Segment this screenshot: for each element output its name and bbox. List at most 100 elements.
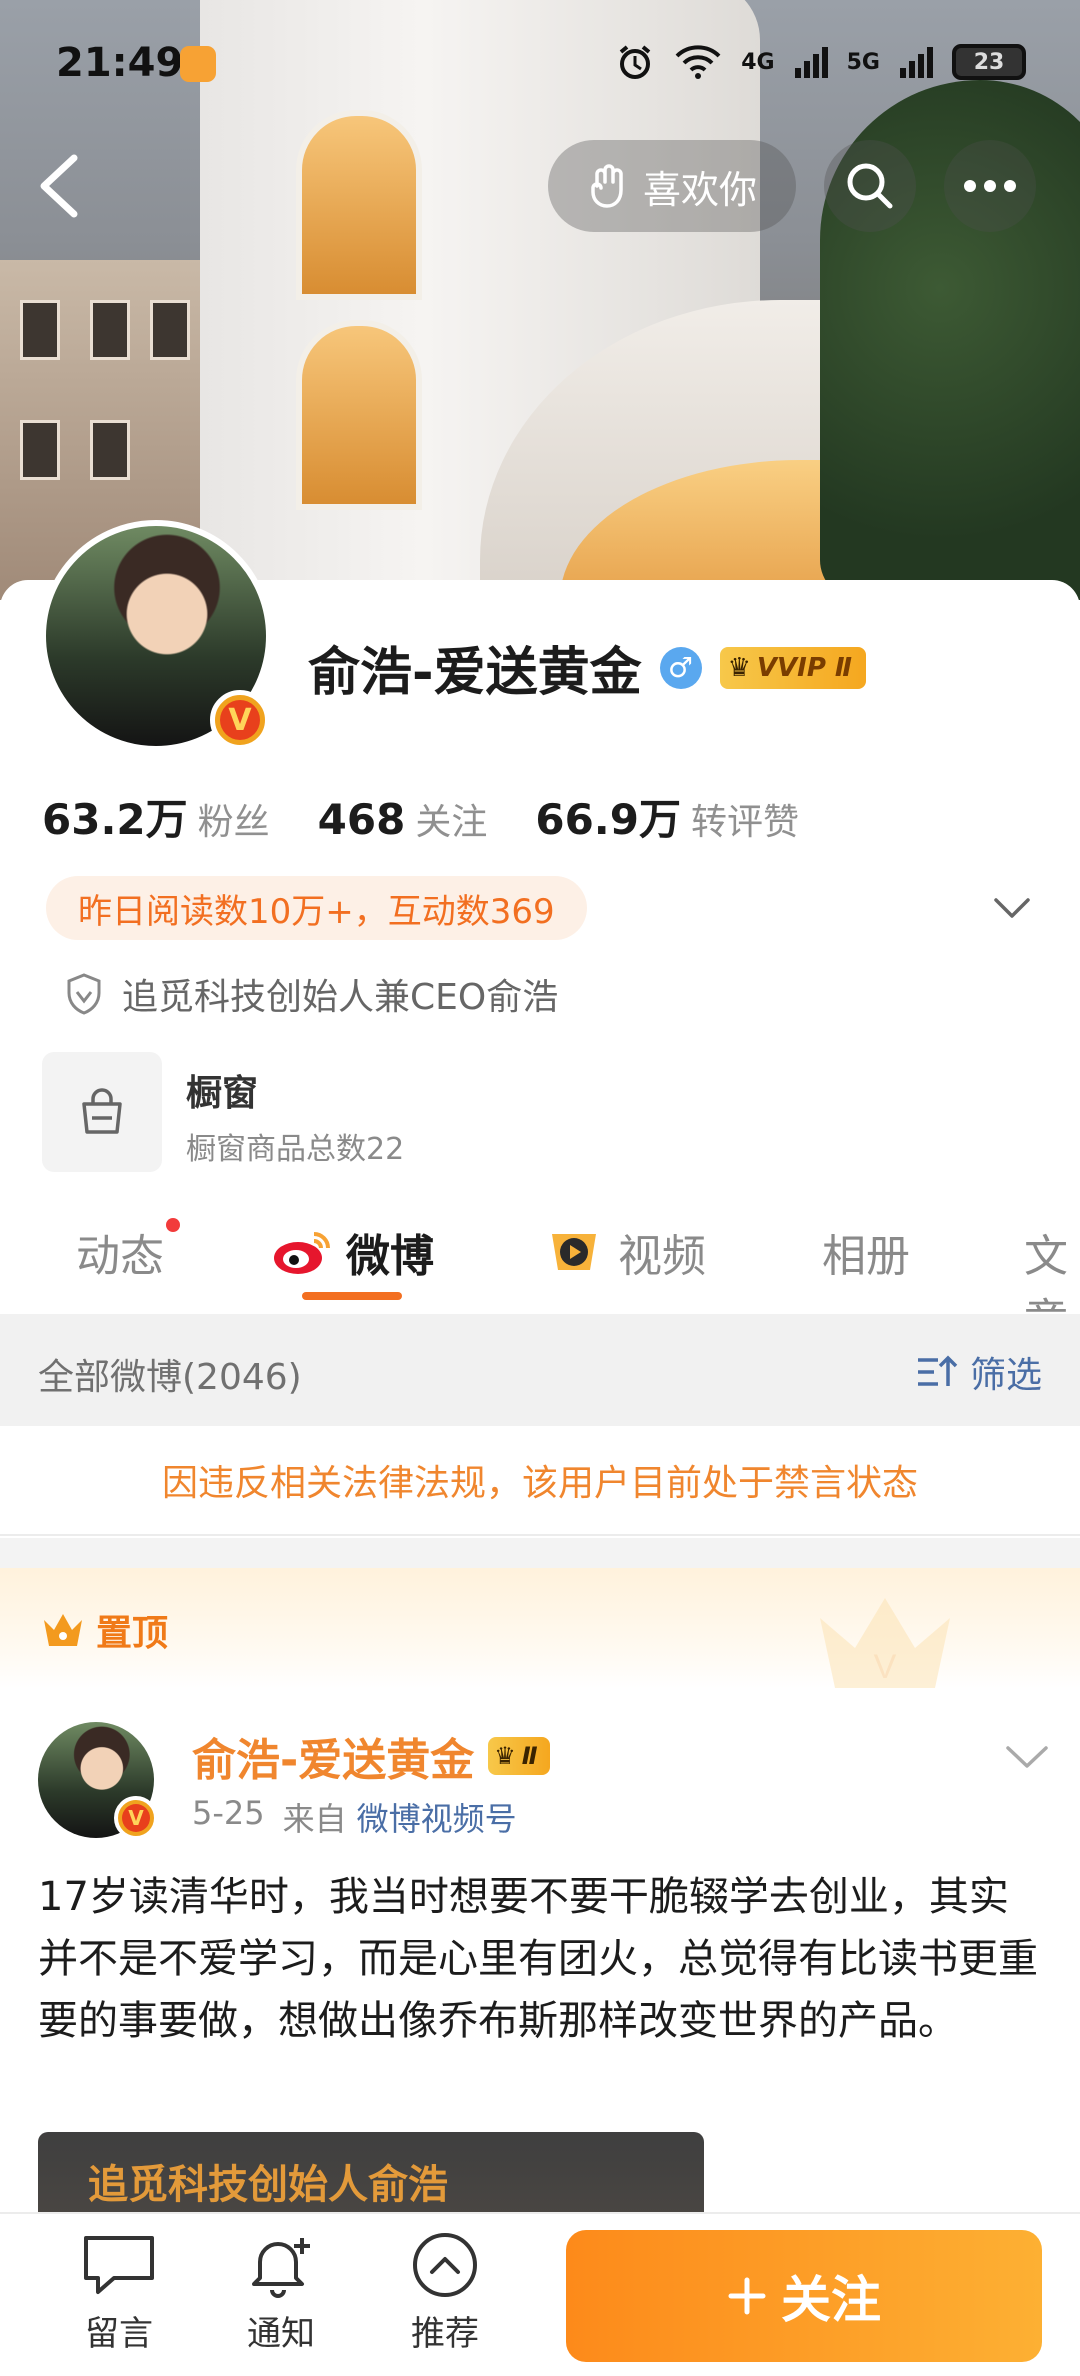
notification-app-icon: [180, 46, 216, 82]
post-meta: 5-25 来自 微博视频号: [192, 1794, 517, 1840]
video-play-icon: [552, 1234, 596, 1270]
back-button[interactable]: [30, 148, 90, 224]
banner-window: [296, 110, 422, 300]
hand-icon: [591, 164, 623, 208]
pinned-label: 置顶: [96, 1613, 169, 1654]
stat-label: 转评赞: [690, 802, 799, 843]
verification-row: 追觅科技创始人兼CEO俞浩: [64, 968, 558, 1020]
stat-following[interactable]: 468 关注: [318, 793, 488, 845]
stat-label: 粉丝: [197, 802, 270, 843]
tab-album[interactable]: 相册: [822, 1220, 910, 1284]
tab-label: 动态: [76, 1231, 164, 1282]
stat-followers[interactable]: 63.2万 粉丝: [42, 786, 270, 847]
filter-label: 筛选: [969, 1355, 1042, 1396]
male-icon: ♂: [659, 646, 702, 689]
search-icon: [847, 163, 893, 209]
pinned-header: 置顶 V: [0, 1568, 1080, 1688]
shield-icon: [67, 973, 101, 1015]
feed-filter-bar: 全部微博(2046) 筛选: [0, 1314, 1080, 1426]
chevron-left-icon: [40, 154, 78, 218]
alarm-icon: [619, 45, 651, 79]
section-divider: [0, 1538, 1080, 1568]
like-you-label: 喜欢你: [642, 167, 757, 212]
profile-stats: 63.2万 粉丝 468 关注 66.9万 转评赞: [42, 786, 799, 847]
plus-icon: [728, 2277, 766, 2315]
chevron-down-icon: [994, 898, 1030, 918]
crown-icon: ♛: [727, 652, 751, 683]
profile-tabs: 动态 微博 视频 相册 文章: [0, 1200, 1080, 1346]
video-caption: 追觅科技创始人俞浩: [88, 2162, 448, 2208]
crown-icon: ♛: [494, 1742, 516, 1770]
crown-icon: [44, 1614, 82, 1646]
tab-active-indicator: [302, 1292, 402, 1300]
stat-interactions[interactable]: 66.9万 转评赞: [535, 786, 799, 847]
battery-level: 23: [973, 49, 1005, 75]
tab-dynamics[interactable]: 动态: [76, 1220, 164, 1284]
recommend-button[interactable]: 推荐: [390, 2232, 500, 2355]
status-time: 21:49: [56, 40, 184, 86]
tab-label: 相册: [822, 1231, 910, 1282]
verified-v-icon: V: [122, 1804, 150, 1832]
network-5g-label: 5G: [846, 49, 880, 75]
svg-text:V: V: [874, 1648, 897, 1686]
crown-watermark-icon: V: [820, 1598, 950, 1688]
profile-name: 俞浩-爱送黄金: [308, 643, 642, 703]
verification-text: 追觅科技创始人兼CEO俞浩: [122, 977, 559, 1018]
banner-window: [296, 320, 422, 510]
network-4g-label: 4G: [741, 49, 775, 75]
search-button[interactable]: [824, 140, 916, 232]
message-button[interactable]: 留言: [64, 2232, 174, 2355]
recommend-label: 推荐: [411, 2314, 479, 2354]
like-you-button[interactable]: 喜欢你: [548, 140, 796, 232]
chevron-up-circle-icon: [413, 2233, 477, 2297]
notify-button[interactable]: 通知: [226, 2232, 336, 2355]
verified-badge: V: [210, 690, 270, 750]
all-posts-count[interactable]: 全部微博(2046): [38, 1348, 302, 1400]
tab-label: 微博: [346, 1231, 434, 1282]
bell-plus-icon: [252, 2238, 310, 2298]
chevron-down-icon: [1006, 1746, 1048, 1768]
pinned-label-row: 置顶: [40, 1604, 168, 1656]
profile-name-row: 俞浩-爱送黄金 ♂ ♛ VVIP Ⅱ: [308, 630, 867, 705]
weibo-logo-icon: [274, 1232, 330, 1274]
post-options-button[interactable]: [1004, 1736, 1050, 1776]
post-text: 17岁读清华时，我当时想要不要干脆辍学去创业，其实并不是不爱学习，而是心里有团火…: [38, 1874, 1038, 2044]
more-button[interactable]: [944, 140, 1036, 232]
signal-icon: [794, 47, 828, 78]
shop-window-title[interactable]: 橱窗: [186, 1064, 258, 1116]
signal-icon: [900, 47, 933, 78]
shop-window-subtitle: 橱窗商品总数22: [186, 1132, 405, 1167]
post-author-name[interactable]: 俞浩-爱送黄金: [192, 1724, 474, 1788]
stat-label: 关注: [415, 802, 488, 843]
expand-button[interactable]: [992, 888, 1032, 928]
notify-label: 通知: [247, 2314, 315, 2354]
shopping-bag-icon: [82, 1088, 122, 1134]
more-dots-icon: [964, 180, 1016, 192]
verified-badge: V: [114, 1796, 158, 1840]
filter-button[interactable]: 筛选: [916, 1346, 1042, 1398]
bottom-action-bar: 留言 通知 推荐 关注: [0, 2212, 1080, 2376]
battery-icon: 23: [952, 44, 1026, 80]
verified-v-icon: V: [220, 700, 260, 740]
post-author-row: 俞浩-爱送黄金 ♛ Ⅱ: [192, 1724, 550, 1788]
status-icons: 4G 5G 23: [615, 42, 1026, 82]
new-dot-badge: [166, 1218, 180, 1232]
tab-weibo[interactable]: 微博: [270, 1220, 434, 1284]
status-bar: 21:49 4G 5G 23: [0, 0, 1080, 128]
ban-notice: 因违反相关法律法规，该用户目前处于禁言状态: [0, 1426, 1080, 1536]
tab-video[interactable]: 视频: [544, 1220, 706, 1284]
vvip-badge[interactable]: ♛ VVIP Ⅱ: [719, 646, 867, 689]
follow-label: 关注: [781, 2271, 881, 2329]
vip-badge[interactable]: ♛ Ⅱ: [488, 1737, 550, 1775]
post-source-link[interactable]: 微博视频号: [357, 1794, 517, 1840]
stat-value: 66.9万: [535, 795, 681, 844]
stat-value: 468: [317, 795, 406, 844]
follow-button[interactable]: 关注: [566, 2230, 1042, 2362]
chat-bubble-icon: [84, 2236, 154, 2294]
read-summary-pill[interactable]: 昨日阅读数10万+，互动数369: [46, 876, 587, 940]
stat-value: 63.2万: [42, 795, 188, 844]
tab-label: 视频: [618, 1231, 706, 1282]
shop-window-icon-box[interactable]: [42, 1052, 162, 1172]
vvip-label: VVIP Ⅱ: [756, 652, 853, 683]
post-date: 5-25: [192, 1794, 265, 1832]
